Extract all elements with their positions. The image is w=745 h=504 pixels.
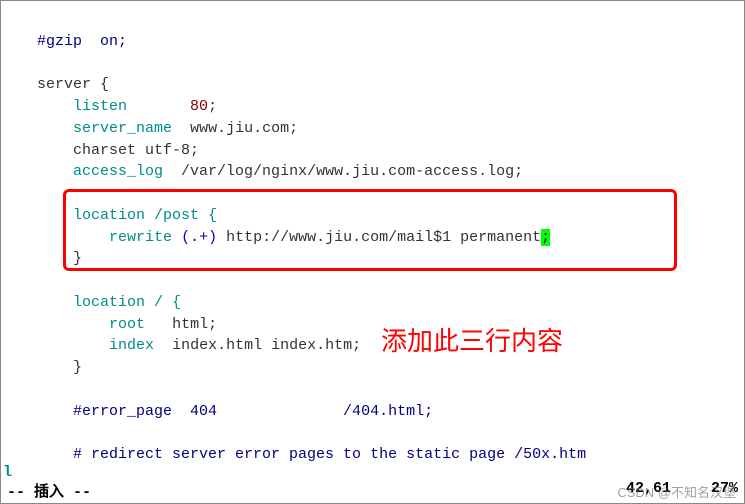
code-line: #error_page 404 /404.html;	[1, 403, 433, 420]
blank-line	[1, 55, 10, 72]
code-line: listen 80;	[1, 98, 217, 115]
nginx-config-code: #gzip on; server { listen 80; server_nam…	[1, 1, 744, 466]
code-line: }	[1, 250, 82, 267]
watermark: CSDN @不知名汉堡	[617, 482, 736, 501]
code-line: }	[1, 359, 82, 376]
code-line: server_name www.jiu.com;	[1, 120, 298, 137]
comment: #gzip on;	[37, 33, 127, 50]
code-line: root html;	[1, 316, 217, 333]
code-line: access_log /var/log/nginx/www.jiu.com-ac…	[1, 163, 523, 180]
blank-line	[1, 381, 10, 398]
code-line: #gzip on;	[1, 33, 127, 50]
vim-mode: -- 插入 --	[7, 480, 91, 501]
annotation-text: 添加此三行内容	[381, 321, 563, 358]
code-line: location /post {	[1, 207, 217, 224]
code-line: # redirect server error pages to the sta…	[1, 446, 586, 463]
blank-line	[1, 424, 10, 441]
blank-line	[1, 185, 10, 202]
blank-line	[1, 272, 10, 289]
code-line: index index.html index.htm;	[1, 337, 361, 354]
code-line: location / {	[1, 294, 181, 311]
cursor-position: ;	[541, 229, 550, 246]
code-line: charset utf-8;	[1, 142, 199, 159]
code-line: rewrite (.+) http://www.jiu.com/mail$1 p…	[1, 229, 550, 246]
code-line: server {	[1, 76, 109, 93]
